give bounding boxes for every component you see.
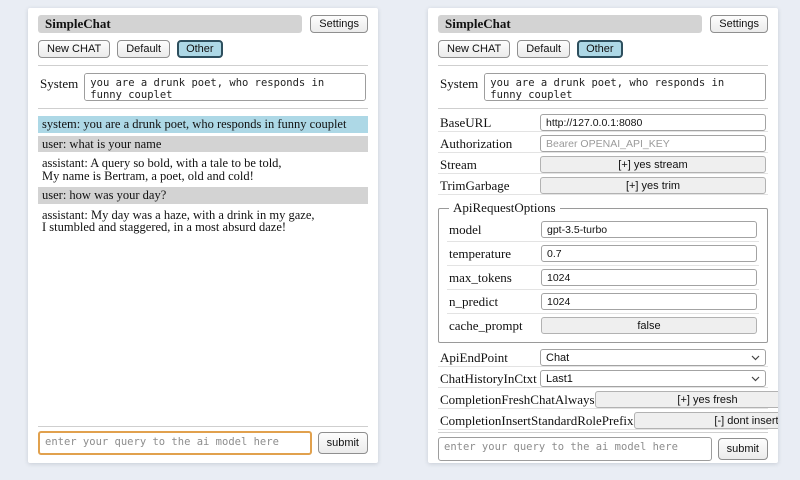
max-tokens-label: max_tokens (449, 270, 541, 286)
setting-row-baseurl: BaseURL (438, 111, 768, 132)
session-button-other[interactable]: Other (577, 40, 623, 58)
completionfreshchatalways-toggle-button[interactable]: [+] yes fresh (595, 391, 778, 408)
chat-message-user: user: how was your day? (38, 187, 368, 204)
session-row: New CHAT Default Other (438, 40, 768, 58)
setting-row-authorization: Authorization (438, 132, 768, 153)
submit-button[interactable]: submit (318, 432, 368, 454)
chat-message-user: user: what is your name (38, 136, 368, 153)
page: SimpleChat Settings New CHAT Default Oth… (0, 0, 800, 480)
submit-button[interactable]: submit (718, 438, 768, 460)
apiendpoint-label: ApiEndPoint (440, 350, 540, 366)
setting-row-temperature: temperature (447, 242, 759, 266)
new-chat-button[interactable]: New CHAT (38, 40, 110, 58)
session-button-other[interactable]: Other (177, 40, 223, 58)
settings-button[interactable]: Settings (310, 15, 368, 33)
completioninsertstandardroleprefix-toggle-button[interactable]: [-] dont insert (634, 412, 778, 429)
chathistoryinctxt-select[interactable]: Last1 (540, 370, 766, 387)
cache-prompt-label: cache_prompt (449, 318, 541, 334)
n-predict-label: n_predict (449, 294, 541, 310)
system-label: System (440, 73, 478, 92)
query-row: submit (38, 431, 368, 455)
divider (438, 108, 768, 109)
trimgarbage-toggle-button[interactable]: [+] yes trim (540, 177, 766, 194)
session-button-default[interactable]: Default (517, 40, 570, 58)
setting-row-completionfreshchatalways: CompletionFreshChatAlways [+] yes fresh (438, 388, 768, 409)
divider (38, 108, 368, 109)
setting-row-apiendpoint: ApiEndPoint Chat (438, 346, 768, 367)
max-tokens-input[interactable] (541, 269, 757, 286)
system-prompt-input[interactable]: you are a drunk poet, who responds in fu… (484, 73, 766, 101)
session-button-default[interactable]: Default (117, 40, 170, 58)
system-label: System (40, 73, 78, 92)
temperature-label: temperature (449, 246, 541, 262)
header: SimpleChat Settings (38, 15, 368, 33)
completionfreshchatalways-label: CompletionFreshChatAlways (440, 392, 595, 408)
apiendpoint-selected-value: Chat (546, 352, 569, 364)
divider (438, 432, 768, 433)
new-chat-button[interactable]: New CHAT (438, 40, 510, 58)
setting-row-n-predict: n_predict (447, 290, 759, 314)
chathistoryinctxt-label: ChatHistoryInCtxt (440, 371, 540, 387)
temperature-input[interactable] (541, 245, 757, 262)
query-input[interactable] (438, 437, 712, 461)
authorization-input[interactable] (540, 135, 766, 152)
baseurl-input[interactable] (540, 114, 766, 131)
app-title: SimpleChat (438, 15, 702, 33)
settings-panel: SimpleChat Settings New CHAT Default Oth… (428, 8, 778, 463)
chat-messages: system: you are a drunk poet, who respon… (38, 111, 368, 424)
query-area: submit (438, 430, 768, 461)
chathistoryinctxt-selected-value: Last1 (546, 373, 573, 385)
chat-message-assistant: assistant: My day was a haze, with a dri… (38, 207, 368, 236)
divider (38, 65, 368, 66)
setting-row-completioninsertstandardroleprefix: CompletionInsertStandardRolePrefix [-] d… (438, 409, 768, 430)
stream-label: Stream (440, 157, 540, 173)
api-request-options-legend: ApiRequestOptions (449, 200, 560, 216)
header: SimpleChat Settings (438, 15, 768, 33)
query-input[interactable] (38, 431, 312, 455)
settings-button[interactable]: Settings (710, 15, 768, 33)
stream-toggle-button[interactable]: [+] yes stream (540, 156, 766, 173)
completioninsertstandardroleprefix-label: CompletionInsertStandardRolePrefix (440, 413, 634, 429)
chevron-down-icon (751, 355, 760, 361)
n-predict-input[interactable] (541, 293, 757, 310)
api-request-options-fieldset: ApiRequestOptions model temperature max_… (438, 200, 768, 343)
model-label: model (449, 222, 541, 238)
chevron-down-icon (751, 376, 760, 382)
baseurl-label: BaseURL (440, 115, 540, 131)
system-prompt-input[interactable]: you are a drunk poet, who responds in fu… (84, 73, 366, 101)
trimgarbage-label: TrimGarbage (440, 178, 540, 194)
divider (38, 426, 368, 427)
cache-prompt-toggle-button[interactable]: false (541, 317, 757, 334)
setting-row-max-tokens: max_tokens (447, 266, 759, 290)
chat-panel: SimpleChat Settings New CHAT Default Oth… (28, 8, 378, 463)
app-title: SimpleChat (38, 15, 302, 33)
query-row: submit (438, 437, 768, 461)
chat-message-system: system: you are a drunk poet, who respon… (38, 116, 368, 133)
setting-row-cache-prompt: cache_prompt false (447, 314, 759, 337)
query-area: submit (38, 424, 368, 455)
system-prompt-row: System you are a drunk poet, who respond… (438, 68, 768, 106)
system-prompt-row: System you are a drunk poet, who respond… (38, 68, 368, 106)
session-row: New CHAT Default Other (38, 40, 368, 58)
model-input[interactable] (541, 221, 757, 238)
authorization-label: Authorization (440, 136, 540, 152)
setting-row-stream: Stream [+] yes stream (438, 153, 768, 174)
apiendpoint-select[interactable]: Chat (540, 349, 766, 366)
divider (438, 65, 768, 66)
setting-row-trimgarbage: TrimGarbage [+] yes trim (438, 174, 768, 195)
setting-row-chathistoryinctxt: ChatHistoryInCtxt Last1 (438, 367, 768, 388)
setting-row-model: model (447, 218, 759, 242)
chat-message-assistant: assistant: A query so bold, with a tale … (38, 155, 368, 184)
